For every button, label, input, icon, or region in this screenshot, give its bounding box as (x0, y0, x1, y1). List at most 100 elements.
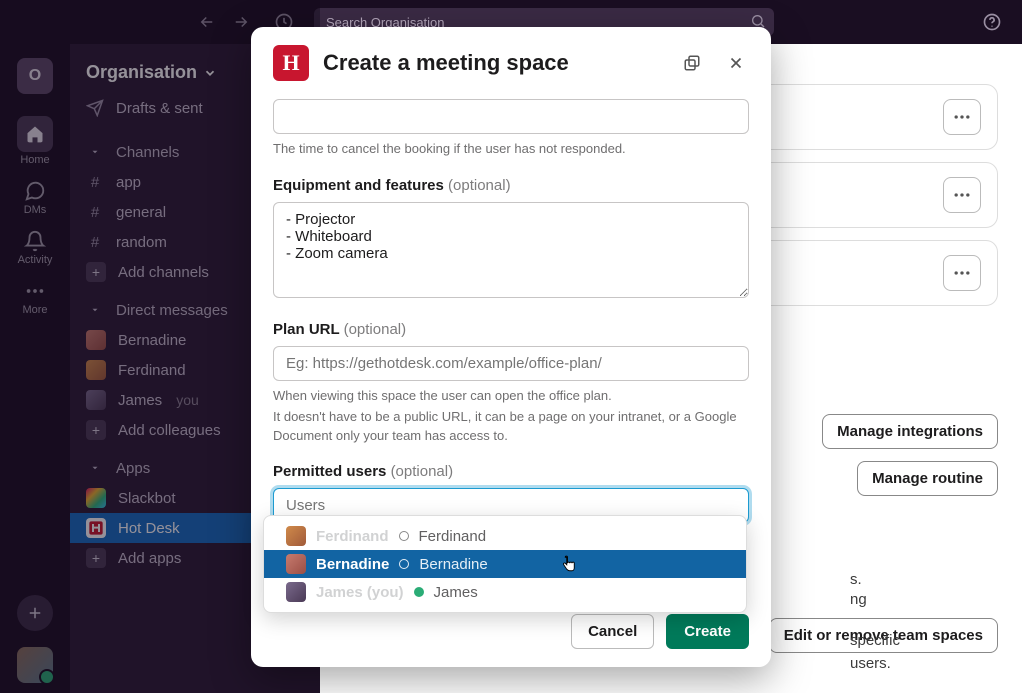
user-autocomplete-dropdown: Ferdinand Ferdinand Bernadine Bernadine … (263, 515, 747, 613)
channel-label: general (116, 204, 166, 221)
dms-header-label: Direct messages (116, 302, 228, 319)
caret-down-icon (86, 147, 104, 157)
ellipsis-icon (952, 107, 972, 127)
hash-icon: # (86, 174, 104, 191)
option-sub: James (434, 584, 478, 601)
hot-desk-logo: H (273, 45, 309, 81)
hash-icon: # (86, 204, 104, 221)
option-sub: Bernadine (419, 556, 487, 573)
plus-box-icon: + (86, 548, 106, 568)
more-icon (24, 280, 46, 302)
left-rail: O Home DMs Activity More (0, 44, 70, 693)
rail-home-label: Home (20, 154, 49, 166)
home-icon (25, 124, 45, 144)
popout-icon (683, 54, 701, 72)
autocomplete-option-bernadine[interactable]: Bernadine Bernadine (264, 550, 746, 578)
nav-forward-button[interactable] (228, 9, 254, 35)
channels-header-label: Channels (116, 144, 179, 161)
dm-label: Bernadine (118, 332, 186, 349)
paper-plane-icon (86, 99, 104, 117)
cancel-time-helper: The time to cancel the booking if the us… (273, 140, 749, 159)
plus-box-icon: + (86, 262, 106, 282)
close-button[interactable] (723, 50, 749, 76)
drafts-label: Drafts & sent (116, 100, 203, 117)
home-tile (17, 116, 53, 152)
plus-box-icon: + (86, 420, 106, 440)
activity-icon (24, 230, 46, 252)
arrow-right-icon (232, 13, 250, 31)
app-label: Slackbot (118, 490, 176, 507)
rail-dms[interactable]: DMs (0, 174, 70, 222)
cancel-button[interactable]: Cancel (571, 614, 654, 649)
dm-label: Ferdinand (118, 362, 186, 379)
manage-integrations-button[interactable]: Manage integrations (822, 414, 998, 449)
avatar (86, 360, 106, 380)
arrow-left-icon (198, 13, 216, 31)
plan-url-helper-2: It doesn't have to be a public URL, it c… (273, 408, 749, 446)
option-name: James (you) (316, 584, 404, 601)
close-icon (727, 54, 745, 72)
plus-icon (26, 604, 44, 622)
rail-dms-label: DMs (24, 204, 47, 216)
rail-more-label: More (22, 304, 47, 316)
caret-down-icon (86, 305, 104, 315)
avatar (86, 390, 106, 410)
dm-label: James (118, 392, 162, 409)
item-menu-button[interactable] (943, 99, 981, 135)
channel-label: app (116, 174, 141, 191)
modal-title: Create a meeting space (323, 50, 569, 76)
equipment-input[interactable] (273, 202, 749, 298)
dms-icon (24, 180, 46, 202)
apps-header-label: Apps (116, 460, 150, 477)
help-button[interactable] (978, 8, 1006, 36)
rail-home[interactable]: Home (0, 110, 70, 172)
plan-url-helper-1: When viewing this space the user can ope… (273, 387, 749, 406)
add-colleagues-label: Add colleagues (118, 422, 221, 439)
option-name: Ferdinand (316, 528, 389, 545)
item-menu-button[interactable] (943, 255, 981, 291)
user-avatar[interactable] (17, 647, 53, 683)
manage-routine-button[interactable]: Manage routine (857, 461, 998, 496)
presence-away-icon (399, 559, 409, 569)
item-menu-button[interactable] (943, 177, 981, 213)
cancel-time-input[interactable] (273, 99, 749, 134)
you-tag: you (176, 392, 199, 408)
permitted-users-label: Permitted users (optional) (273, 463, 749, 480)
caret-down-icon (86, 463, 104, 473)
nav-back-button[interactable] (194, 9, 220, 35)
presence-active-icon (414, 587, 424, 597)
presence-away-icon (399, 531, 409, 541)
channel-label: random (116, 234, 167, 251)
hash-icon: # (86, 234, 104, 251)
avatar (286, 526, 306, 546)
add-apps-label: Add apps (118, 550, 181, 567)
rail-activity-label: Activity (18, 254, 53, 266)
ellipsis-icon (952, 263, 972, 283)
create-button[interactable]: Create (666, 614, 749, 649)
rail-activity[interactable]: Activity (0, 224, 70, 272)
option-sub: Ferdinand (419, 528, 487, 545)
hot-desk-icon (86, 518, 106, 538)
workspace-tile: O (17, 58, 53, 94)
ellipsis-icon (952, 185, 972, 205)
slackbot-icon (86, 488, 106, 508)
popout-button[interactable] (679, 50, 705, 76)
plan-url-label: Plan URL (optional) (273, 321, 749, 338)
plan-url-input[interactable] (273, 346, 749, 381)
rail-more[interactable]: More (0, 274, 70, 322)
autocomplete-option-ferdinand[interactable]: Ferdinand Ferdinand (264, 522, 746, 550)
avatar (286, 582, 306, 602)
workspace-name: Organisation (86, 62, 197, 83)
autocomplete-option-james[interactable]: James (you) James (264, 578, 746, 606)
workspace-switcher[interactable]: O (0, 52, 70, 100)
rail-create-button[interactable] (17, 595, 53, 631)
app-label: Hot Desk (118, 520, 180, 537)
chevron-down-icon (203, 66, 217, 80)
help-icon (982, 12, 1002, 32)
add-channels-label: Add channels (118, 264, 209, 281)
avatar (86, 330, 106, 350)
equipment-label: Equipment and features (optional) (273, 177, 749, 194)
modal-header: H Create a meeting space (251, 27, 771, 95)
option-name: Bernadine (316, 556, 389, 573)
avatar (286, 554, 306, 574)
